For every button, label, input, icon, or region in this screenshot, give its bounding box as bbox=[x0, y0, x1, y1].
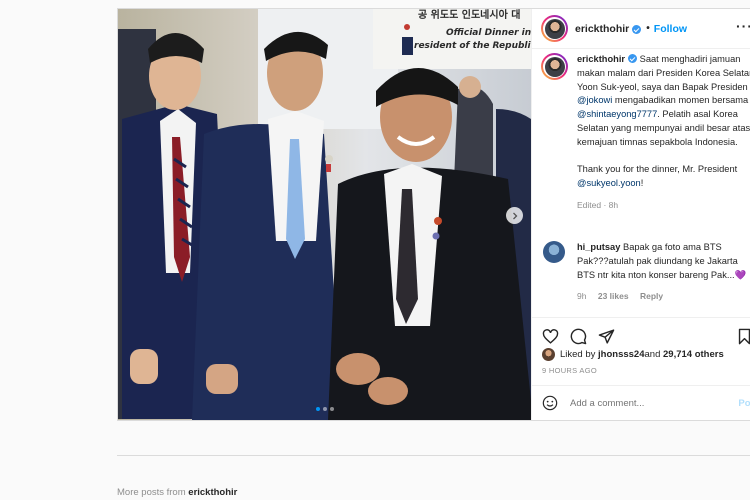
commenter-username[interactable]: hi_putsay bbox=[577, 242, 620, 252]
caption-part: ! bbox=[640, 178, 644, 189]
comment-likes[interactable]: 23 likes bbox=[598, 291, 629, 301]
comment-input[interactable] bbox=[570, 397, 720, 409]
verified-badge-icon bbox=[628, 54, 638, 63]
photo-sign-line-1: 공 위도도 인도네시아 대 bbox=[418, 9, 520, 21]
post-actions bbox=[532, 317, 750, 352]
follow-button[interactable]: Follow bbox=[654, 23, 687, 35]
carousel-dot bbox=[330, 407, 334, 411]
share-paper-plane-icon[interactable] bbox=[598, 328, 615, 345]
more-posts-heading: More posts from erickthohir bbox=[117, 487, 237, 498]
post-time-ago: 9 HOURS AGO bbox=[542, 366, 597, 375]
mention-link[interactable]: @jokowi bbox=[577, 95, 612, 105]
next-photo-button[interactable] bbox=[506, 207, 523, 224]
mention-link[interactable]: @shintaeyong7777 bbox=[577, 109, 657, 119]
carousel-indicator bbox=[316, 407, 334, 411]
more-posts-username[interactable]: erickthohir bbox=[188, 487, 237, 498]
comment-meta: 9h 23 likes Reply bbox=[577, 291, 750, 301]
caption-text: erickthohir Saat menghadiri jamuan makan… bbox=[577, 53, 750, 191]
liker-username[interactable]: jhonsss24 bbox=[598, 349, 644, 360]
avatar[interactable] bbox=[541, 15, 568, 42]
more-options-icon[interactable]: ··· bbox=[736, 19, 750, 33]
post-header: erickthohir • Follow ··· bbox=[532, 9, 750, 49]
likes-summary: Liked by jhonsss24 and 29,714 others bbox=[542, 348, 724, 361]
post-side-panel: erickthohir • Follow ··· erickthohir Saa… bbox=[531, 9, 750, 420]
comment-bubble-icon[interactable] bbox=[570, 328, 587, 345]
reply-button[interactable]: Reply bbox=[640, 291, 663, 301]
comment-time: 9h bbox=[577, 291, 587, 302]
save-bookmark-icon[interactable] bbox=[736, 328, 750, 345]
edited-timestamp: Edited · 8h bbox=[577, 199, 619, 210]
post-card: 공 위도도 인도네시아 대 Official Dinner in hon res… bbox=[117, 8, 750, 421]
post-caption: erickthohir Saat menghadiri jamuan makan… bbox=[541, 53, 750, 210]
more-posts-prefix: More posts from bbox=[117, 487, 189, 498]
verified-badge-icon bbox=[632, 25, 642, 34]
post-author-username[interactable]: erickthohir bbox=[575, 23, 629, 35]
caption-avatar[interactable] bbox=[541, 53, 568, 80]
photo-sign-line-2: Official Dinner in hon bbox=[446, 28, 531, 38]
add-comment-bar: Post bbox=[532, 385, 750, 420]
liker-avatar[interactable] bbox=[542, 348, 555, 361]
likes-middle: and bbox=[644, 349, 661, 360]
mention-link[interactable]: @sukyeol.yoon bbox=[577, 178, 641, 188]
caption-part: Thank you for the dinner, Mr. President bbox=[577, 164, 738, 175]
carousel-dot bbox=[323, 407, 327, 411]
separator-dot: • bbox=[646, 23, 650, 34]
chevron-right-icon bbox=[512, 212, 517, 219]
section-divider bbox=[117, 455, 750, 456]
comment-text: hi_putsay Bapak ga foto ama BTS Pak???at… bbox=[577, 241, 750, 282]
post-comment-button[interactable]: Post bbox=[738, 398, 750, 409]
carousel-dot-active bbox=[316, 407, 320, 411]
likes-prefix: Liked by bbox=[560, 349, 596, 360]
comment-item: hi_putsay Bapak ga foto ama BTS Pak???at… bbox=[541, 241, 750, 301]
commenter-avatar[interactable] bbox=[543, 241, 565, 263]
caption-part: mengabadikan momen bersama bbox=[612, 95, 749, 106]
caption-username[interactable]: erickthohir bbox=[577, 54, 625, 64]
post-photo[interactable]: 공 위도도 인도네시아 대 Official Dinner in hon res… bbox=[118, 9, 531, 420]
photo-sign-line-3: resident of the Republic of Indo bbox=[414, 41, 531, 51]
likes-others-link[interactable]: 29,714 others bbox=[663, 349, 724, 360]
emoji-icon[interactable] bbox=[542, 395, 558, 411]
like-heart-icon[interactable] bbox=[542, 328, 559, 345]
